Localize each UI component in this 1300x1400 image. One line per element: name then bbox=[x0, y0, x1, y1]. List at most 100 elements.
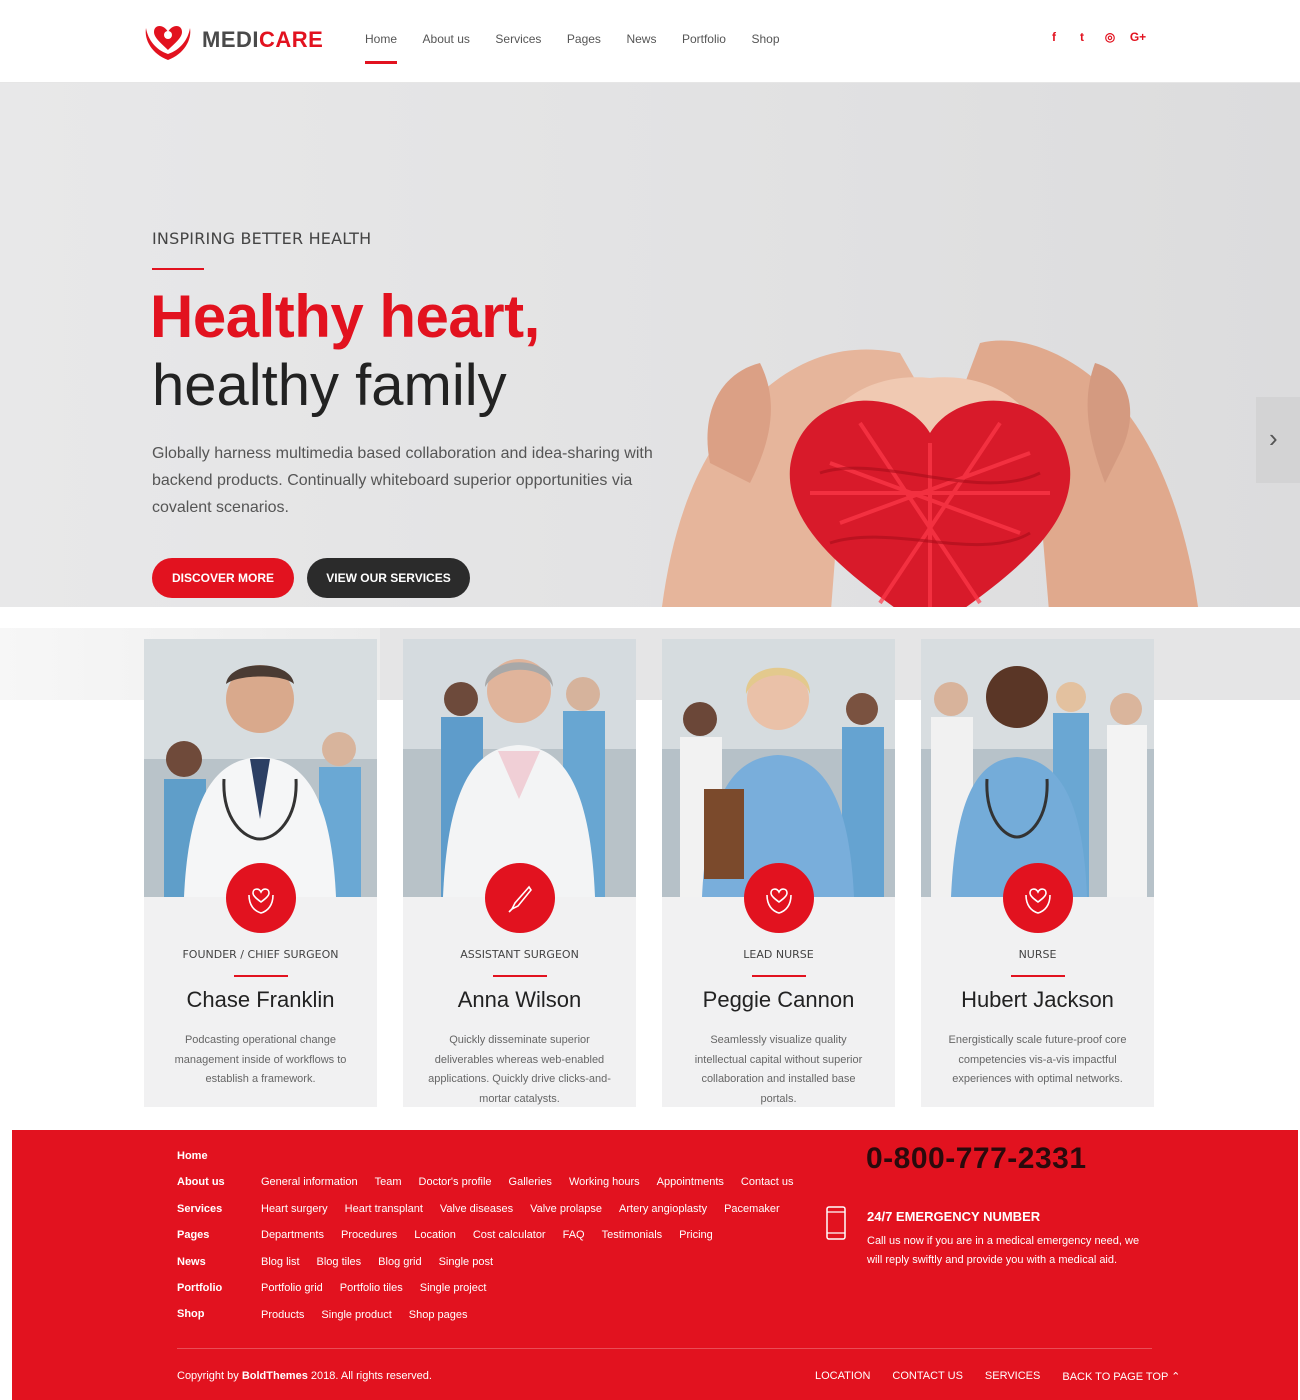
footer-link-pages[interactable]: Pages bbox=[177, 1229, 225, 1255]
footer-sublinks-portfolio: Portfolio grid Portfolio tiles Single pr… bbox=[261, 1282, 503, 1294]
footer-sublink[interactable]: Departments bbox=[261, 1229, 324, 1241]
footer-sublink[interactable]: FAQ bbox=[563, 1229, 585, 1241]
scalpel-icon bbox=[485, 863, 555, 933]
emergency-title: 24/7 EMERGENCY NUMBER bbox=[867, 1209, 1041, 1224]
team-card[interactable]: ASSISTANT SURGEON Anna Wilson Quickly di… bbox=[403, 639, 636, 1107]
footer-sublink[interactable]: Shop pages bbox=[409, 1309, 468, 1321]
footer-sublinks-news: Blog list Blog tiles Blog grid Single po… bbox=[261, 1256, 510, 1268]
heart-hands-icon bbox=[1003, 863, 1073, 933]
team-card[interactable]: NURSE Hubert Jackson Energistically scal… bbox=[921, 639, 1154, 1107]
hero-kicker: INSPIRING BETTER HEALTH bbox=[152, 229, 372, 248]
team-card[interactable]: FOUNDER / CHIEF SURGEON Chase Franklin P… bbox=[144, 639, 377, 1107]
kicker-divider bbox=[152, 268, 204, 270]
logo-text: MEDICARE bbox=[202, 27, 324, 52]
instagram-icon[interactable]: ◎ bbox=[1096, 30, 1124, 44]
nav-shop[interactable]: Shop bbox=[751, 32, 779, 64]
footer-sublink[interactable]: Valve prolapse bbox=[530, 1203, 602, 1215]
role-divider bbox=[493, 975, 547, 977]
mobile-phone-icon bbox=[826, 1206, 846, 1240]
twitter-icon[interactable]: t bbox=[1068, 30, 1096, 44]
footer-sublink[interactable]: Single project bbox=[420, 1282, 487, 1294]
nav-portfolio[interactable]: Portfolio bbox=[682, 32, 726, 64]
logo[interactable]: MEDICARE bbox=[142, 18, 323, 62]
footer-sublink[interactable]: Blog tiles bbox=[317, 1256, 362, 1268]
footer-sublink[interactable]: Heart surgery bbox=[261, 1203, 328, 1215]
team-description: Energistically scale future-proof core c… bbox=[948, 1034, 1127, 1085]
discover-more-button[interactable]: DISCOVER MORE bbox=[152, 558, 294, 598]
footer-link-about-us[interactable]: About us bbox=[177, 1176, 225, 1202]
footer-sublink[interactable]: Procedures bbox=[341, 1229, 397, 1241]
team-name: Chase Franklin bbox=[186, 987, 335, 1012]
team-role: NURSE bbox=[1018, 948, 1057, 961]
footer-main-links: Home About us Services Pages News Portfo… bbox=[177, 1150, 225, 1335]
footer-sublink[interactable]: Cost calculator bbox=[473, 1229, 546, 1241]
team-role: FOUNDER / CHIEF SURGEON bbox=[182, 948, 339, 961]
nurse-photo bbox=[662, 639, 895, 897]
footer-divider bbox=[177, 1348, 1152, 1349]
nav-about-us[interactable]: About us bbox=[423, 32, 470, 64]
footer-sublink[interactable]: Portfolio grid bbox=[261, 1282, 323, 1294]
team-card[interactable]: LEAD NURSE Peggie Cannon Seamlessly visu… bbox=[662, 639, 895, 1107]
google-plus-icon[interactable]: G+ bbox=[1124, 30, 1152, 44]
facebook-icon[interactable]: f bbox=[1040, 30, 1068, 44]
footer-sublink[interactable]: Blog list bbox=[261, 1256, 300, 1268]
footer-link-shop[interactable]: Shop bbox=[177, 1308, 225, 1334]
heart-hands-icon bbox=[744, 863, 814, 933]
footer-sublink[interactable]: Location bbox=[414, 1229, 456, 1241]
heart-hands-icon bbox=[226, 863, 296, 933]
team-name: Peggie Cannon bbox=[702, 987, 855, 1012]
footer-sublink[interactable]: Doctor's profile bbox=[419, 1176, 492, 1188]
footer-link-portfolio[interactable]: Portfolio bbox=[177, 1282, 225, 1308]
nav-pages[interactable]: Pages bbox=[567, 32, 601, 64]
footer-sublink[interactable]: General information bbox=[261, 1176, 358, 1188]
footer-sublink[interactable]: Portfolio tiles bbox=[340, 1282, 403, 1294]
brand-link[interactable]: BoldThemes bbox=[242, 1370, 308, 1382]
footer-sublink[interactable]: Pacemaker bbox=[724, 1203, 780, 1215]
footer-sublink[interactable]: Single product bbox=[321, 1309, 391, 1321]
footer-services-link[interactable]: SERVICES bbox=[985, 1370, 1040, 1383]
doctor-photo bbox=[144, 639, 377, 897]
hero-title-line2: healthy family bbox=[152, 353, 507, 418]
footer-sublink[interactable]: Appointments bbox=[657, 1176, 724, 1188]
footer-sublink[interactable]: Working hours bbox=[569, 1176, 640, 1188]
chevron-right-icon: › bbox=[1269, 423, 1278, 453]
site-footer: Home About us Services Pages News Portfo… bbox=[12, 1130, 1298, 1400]
main-nav: Home About us Services Pages News Portfo… bbox=[365, 32, 805, 64]
footer-sublink[interactable]: Contact us bbox=[741, 1176, 794, 1188]
footer-sublink[interactable]: Single post bbox=[439, 1256, 493, 1268]
footer-sublink[interactable]: Artery angioplasty bbox=[619, 1203, 707, 1215]
footer-sublink[interactable]: Galleries bbox=[509, 1176, 552, 1188]
slider-next-button[interactable]: › bbox=[1256, 397, 1300, 483]
team-role: LEAD NURSE bbox=[743, 948, 814, 961]
footer-link-news[interactable]: News bbox=[177, 1256, 225, 1282]
role-divider bbox=[234, 975, 288, 977]
footer-sublink[interactable]: Pricing bbox=[679, 1229, 713, 1241]
doctor-photo bbox=[403, 639, 636, 897]
footer-sublink[interactable]: Testimonials bbox=[602, 1229, 663, 1241]
back-to-top-link[interactable]: BACK TO PAGE TOP ⌃ bbox=[1062, 1370, 1180, 1383]
emergency-phone[interactable]: 0-800-777-2331 bbox=[866, 1142, 1087, 1176]
view-services-button[interactable]: VIEW OUR SERVICES bbox=[307, 558, 470, 598]
site-header: MEDICARE Home About us Services Pages Ne… bbox=[0, 0, 1300, 83]
team-role: ASSISTANT SURGEON bbox=[460, 948, 579, 961]
team-description: Podcasting operational change management… bbox=[174, 1034, 347, 1085]
team-name: Anna Wilson bbox=[457, 987, 582, 1012]
footer-link-home[interactable]: Home bbox=[177, 1150, 225, 1176]
hero-title-line1: Healthy heart, bbox=[150, 283, 540, 350]
footer-location-link[interactable]: LOCATION bbox=[815, 1370, 870, 1383]
footer-sublinks-shop: Products Single product Shop pages bbox=[261, 1309, 484, 1321]
footer-bottom-nav: LOCATION CONTACT US SERVICES BACK TO PAG… bbox=[815, 1370, 1202, 1383]
nav-news[interactable]: News bbox=[626, 32, 656, 64]
footer-link-services[interactable]: Services bbox=[177, 1203, 225, 1229]
nav-home[interactable]: Home bbox=[365, 32, 398, 64]
footer-sublink[interactable]: Valve diseases bbox=[440, 1203, 513, 1215]
footer-contact-link[interactable]: CONTACT US bbox=[892, 1370, 963, 1383]
footer-sublink[interactable]: Team bbox=[375, 1176, 402, 1188]
footer-sublink[interactable]: Blog grid bbox=[378, 1256, 421, 1268]
nav-services[interactable]: Services bbox=[495, 32, 541, 64]
heart-hands-logo-icon bbox=[145, 26, 191, 60]
role-divider bbox=[752, 975, 806, 977]
footer-sublink[interactable]: Heart transplant bbox=[345, 1203, 423, 1215]
footer-sublink[interactable]: Products bbox=[261, 1309, 304, 1321]
copyright: Copyright by BoldThemes 2018. All rights… bbox=[177, 1370, 432, 1382]
